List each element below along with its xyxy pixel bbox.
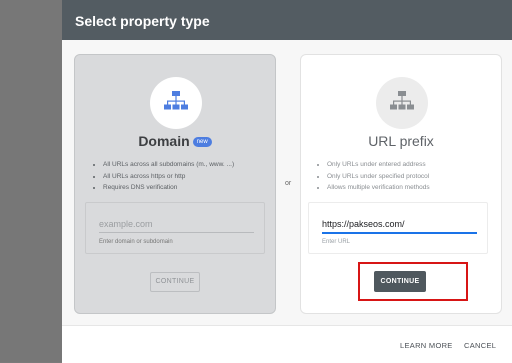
dialog-header: Select property type	[62, 0, 512, 40]
domain-icon-circle	[150, 77, 202, 129]
url-prefix-title: URL prefix	[368, 133, 434, 149]
domain-title: Domain new	[75, 133, 275, 149]
sitemap-icon	[390, 91, 414, 110]
or-separator: or	[285, 180, 292, 187]
url-prefix-card[interactable]: URL prefix Only URLs under entered addre…	[300, 54, 502, 314]
url-continue-button[interactable]: CONTINUE	[374, 271, 426, 292]
url-prefix-feature: Allows multiple verification methods	[327, 182, 430, 194]
dialog-content: Domainnew All URLs across all subdomains…	[62, 40, 512, 325]
domain-features: All URLs across all subdomains (m., www.…	[93, 159, 234, 194]
domain-input-helper: Enter domain or subdomain	[99, 239, 173, 245]
learn-more-button[interactable]: LEARN MORE	[400, 341, 453, 350]
url-prefix-icon-circle	[376, 77, 428, 129]
dialog-title: Select property type	[75, 13, 210, 29]
url-input-box: https://pakseos.com/ Enter URL	[308, 202, 488, 254]
sitemap-icon	[164, 91, 188, 110]
url-input-helper: Enter URL	[322, 239, 351, 245]
domain-title-text: Domain	[138, 133, 190, 149]
backdrop	[0, 0, 62, 362]
url-prefix-feature: Only URLs under entered address	[327, 159, 430, 171]
cancel-button[interactable]: CANCEL	[464, 341, 496, 350]
domain-continue-button[interactable]: CONTINUE	[150, 272, 200, 292]
url-input[interactable]: https://pakseos.com/	[322, 219, 477, 234]
domain-card[interactable]: Domainnew All URLs across all subdomains…	[74, 54, 276, 314]
domain-feature: Requires DNS verification	[103, 182, 234, 194]
domain-feature: All URLs across https or http	[103, 171, 234, 183]
url-prefix-feature: Only URLs under specified protocol	[327, 171, 430, 183]
domain-input[interactable]: example.com	[99, 219, 254, 233]
domain-input-box: example.com Enter domain or subdomain	[85, 202, 265, 254]
url-prefix-features: Only URLs under entered address Only URL…	[317, 159, 430, 194]
select-property-dialog: Select property type Domain new • All UR…	[62, 0, 512, 363]
dialog-footer: LEARN MORE CANCEL	[62, 325, 512, 363]
domain-feature: All URLs across all subdomains (m., www.…	[103, 159, 234, 171]
new-badge: new	[192, 137, 212, 147]
